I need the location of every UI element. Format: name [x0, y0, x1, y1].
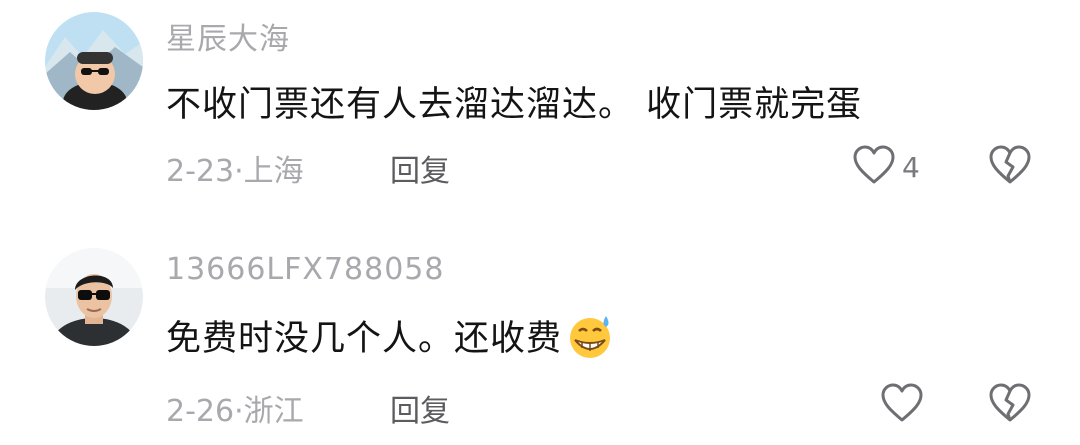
broken-heart-icon	[988, 145, 1032, 190]
comment-username[interactable]: 星辰大海	[166, 14, 290, 58]
comment-username[interactable]: 13666LFX788058	[166, 252, 444, 287]
comment-text-content: 免费时没几个人。还收费	[166, 319, 563, 359]
dislike-button[interactable]	[988, 144, 1032, 190]
comment-text: 免费时没几个人。还收费	[166, 310, 614, 369]
avatar[interactable]	[45, 12, 143, 110]
reply-button[interactable]: 回复	[390, 146, 450, 190]
heart-outline-icon	[852, 144, 896, 190]
comment-item: 13666LFX788058 免费时没几个人。还收费 2-26·浙江 回复	[0, 230, 1080, 445]
comment-meta: 2-26·浙江	[166, 386, 304, 430]
comment-item: 星辰大海 不收门票还有人去溜达溜达。 收门票就完蛋 2-23·上海 回复 4	[0, 0, 1080, 210]
reply-button[interactable]: 回复	[390, 386, 450, 430]
heart-outline-icon	[880, 382, 924, 428]
avatar[interactable]	[45, 248, 143, 346]
like-count: 4	[902, 150, 920, 184]
grinning-sweat-emoji-icon	[566, 312, 614, 369]
comment-location: 上海	[243, 154, 304, 189]
comment-meta: 2-23·上海	[166, 146, 304, 190]
like-button[interactable]: 4	[852, 144, 920, 190]
comment-location: 浙江	[243, 394, 304, 429]
comment-date: 2-26·	[166, 394, 244, 429]
broken-heart-icon	[988, 383, 1032, 428]
comment-text: 不收门票还有人去溜达溜达。 收门票就完蛋	[166, 85, 863, 125]
like-button[interactable]	[880, 382, 924, 428]
comment-date: 2-23·	[166, 154, 244, 189]
dislike-button[interactable]	[988, 382, 1032, 428]
